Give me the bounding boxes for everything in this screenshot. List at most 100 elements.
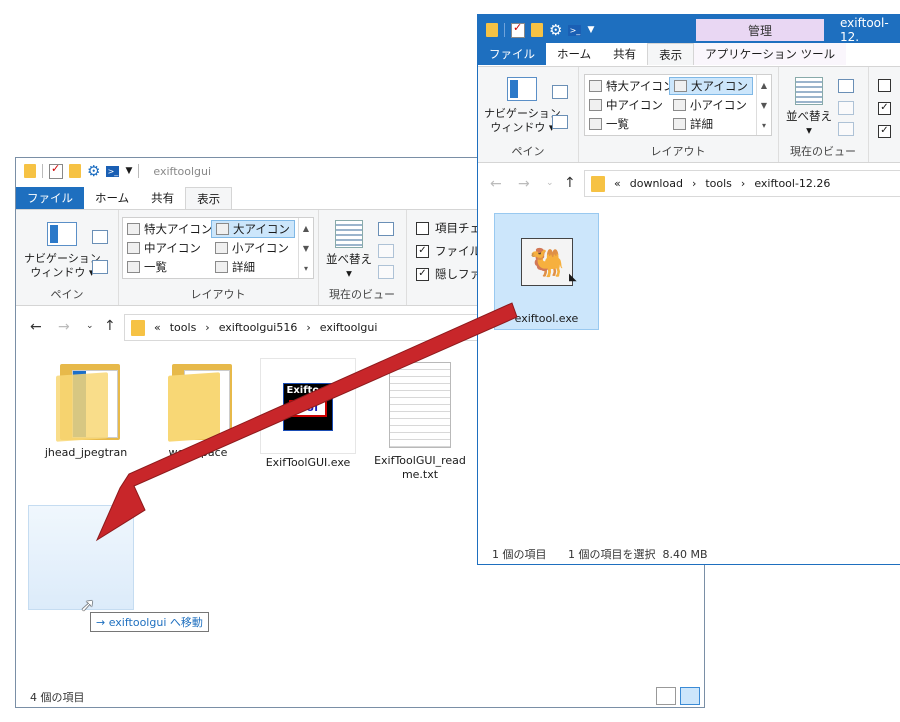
- layout-group: 特大アイコン 大アイコン 中アイコン 小アイコン 一覧 詳細 ▲ ▼ ▾ レイアウト: [578, 67, 779, 162]
- tab-home[interactable]: ホーム: [84, 187, 140, 209]
- file-item-exe[interactable]: Exiftool GUI: [260, 358, 356, 454]
- expand-icon[interactable]: ▾: [762, 121, 766, 130]
- expand-icon[interactable]: ▾: [304, 264, 308, 273]
- details-pane-icon[interactable]: [92, 260, 108, 274]
- new-folder-icon[interactable]: [531, 23, 543, 37]
- properties-icon[interactable]: [49, 162, 63, 179]
- preview-pane-icon[interactable]: [92, 230, 108, 244]
- chevron-down-icon[interactable]: ▼: [587, 25, 594, 35]
- small-icons-icon: [215, 242, 228, 254]
- file-item-folder[interactable]: workspace: [150, 360, 246, 460]
- item-checkboxes-option[interactable]: 項目チェ: [416, 220, 481, 236]
- tab-file[interactable]: ファイル: [16, 187, 84, 209]
- chevron-right-icon[interactable]: ›: [306, 321, 310, 334]
- forward-button[interactable]: →: [518, 176, 530, 192]
- sort-by-button[interactable]: 並べ替え ▾: [326, 220, 372, 280]
- chevron-up-icon[interactable]: ▲: [761, 81, 767, 90]
- checkbox[interactable]: ✓: [416, 267, 429, 281]
- gear-icon[interactable]: ⚙: [549, 22, 562, 38]
- powershell-icon[interactable]: >_: [106, 165, 120, 177]
- ribbon-view: ナビゲーション ウィンドウ ▾ ペイン 特大アイコン 大アイコン 中アイコン 小…: [478, 66, 900, 163]
- tab-view[interactable]: 表示: [185, 187, 233, 209]
- address-bar[interactable]: « tools › exiftoolgui516 › exiftoolgui: [124, 314, 494, 341]
- recent-locations-button[interactable]: ⌄: [546, 178, 554, 188]
- chevron-down-icon[interactable]: ▼: [125, 166, 132, 176]
- layout-item-label: 特大アイコン: [606, 79, 675, 93]
- properties-icon[interactable]: [511, 21, 525, 38]
- file-item-txt[interactable]: ExifToolGUI_readme.txt: [372, 362, 468, 482]
- up-button[interactable]: ↑: [104, 318, 116, 334]
- back-button[interactable]: ←: [30, 319, 42, 335]
- chevron-up-icon[interactable]: ▲: [303, 224, 309, 233]
- gear-icon[interactable]: ⚙: [87, 163, 100, 179]
- checkbox[interactable]: [878, 79, 891, 92]
- address-bar[interactable]: « download › tools › exiftool-12.26: [584, 170, 900, 197]
- checkbox[interactable]: ✓: [878, 125, 891, 138]
- details-view-button[interactable]: [656, 687, 676, 705]
- layout-group: 特大アイコン 大アイコン 中アイコン 小アイコン 一覧 詳細 ▲ ▼ ▾ レイアウト: [118, 210, 319, 305]
- preview-pane-icon[interactable]: [552, 85, 568, 99]
- group-by-icon[interactable]: [378, 222, 394, 236]
- forward-button[interactable]: →: [58, 319, 70, 335]
- tab-view[interactable]: 表示: [647, 43, 695, 65]
- navigation-pane-button[interactable]: ナビゲーション ウィンドウ ▾: [484, 77, 561, 135]
- layout-large-icons[interactable]: 大アイコン: [211, 220, 295, 238]
- group-by-icon[interactable]: [838, 79, 854, 93]
- checkbox[interactable]: ✓: [416, 244, 429, 258]
- layout-list[interactable]: 一覧: [127, 258, 167, 276]
- size-columns-icon[interactable]: [838, 122, 854, 136]
- large-icons-view-button[interactable]: [680, 687, 700, 705]
- layout-details[interactable]: 詳細: [673, 115, 713, 133]
- file-item-exe-selected[interactable]: 🐫 ◣ exiftool.exe: [494, 213, 599, 330]
- chevron-right-icon[interactable]: ›: [692, 177, 696, 190]
- breadcrumb-exiftoolgui516[interactable]: exiftoolgui516: [219, 321, 298, 334]
- navigation-pane-button[interactable]: ナビゲーション ウィンドウ ▾: [24, 222, 101, 280]
- layout-item-label: 一覧: [144, 260, 167, 274]
- up-button[interactable]: ↑: [564, 175, 576, 191]
- file-item-folder[interactable]: jhead_jpegtran: [38, 360, 134, 460]
- layout-list[interactable]: 一覧: [589, 115, 629, 133]
- chevron-right-icon[interactable]: ›: [741, 177, 745, 190]
- breadcrumb-download[interactable]: download: [630, 177, 683, 190]
- layout-medium-icons[interactable]: 中アイコン: [127, 239, 201, 257]
- sort-by-button[interactable]: 並べ替え ▾: [786, 77, 832, 137]
- tab-share[interactable]: 共有: [140, 187, 185, 209]
- add-columns-icon[interactable]: [378, 244, 394, 258]
- sort-icon: [795, 77, 823, 105]
- medium-icons-icon: [127, 242, 140, 254]
- size-columns-icon[interactable]: [378, 265, 394, 279]
- tab-file[interactable]: ファイル: [478, 43, 546, 65]
- extra-large-icons-icon: [127, 223, 140, 235]
- powershell-icon[interactable]: >_: [568, 24, 582, 36]
- chevron-down-icon[interactable]: ▼: [761, 101, 767, 110]
- layout-gallery-scroll[interactable]: ▲ ▼ ▾: [298, 218, 313, 278]
- layout-medium-icons[interactable]: 中アイコン: [589, 96, 663, 114]
- layout-extra-large-icons[interactable]: 特大アイコン: [127, 220, 212, 238]
- layout-small-icons[interactable]: 小アイコン: [215, 239, 289, 257]
- add-columns-icon[interactable]: [838, 101, 854, 115]
- back-button[interactable]: ←: [490, 176, 502, 192]
- folder-icon: [486, 23, 498, 37]
- tab-application-tools[interactable]: アプリケーション ツール: [694, 43, 847, 65]
- pane-group: ナビゲーション ウィンドウ ▾ ペイン: [16, 210, 119, 305]
- breadcrumb-overflow[interactable]: «: [614, 177, 621, 190]
- layout-large-icons[interactable]: 大アイコン: [669, 77, 753, 95]
- checkbox[interactable]: ✓: [878, 102, 891, 115]
- recent-locations-button[interactable]: ⌄: [86, 321, 94, 331]
- breadcrumb-tools[interactable]: tools: [705, 177, 732, 190]
- breadcrumb-tools[interactable]: tools: [170, 321, 197, 334]
- tab-share[interactable]: 共有: [602, 43, 647, 65]
- checkbox[interactable]: [416, 221, 429, 235]
- breadcrumb-exiftool-12-26[interactable]: exiftool-12.26: [754, 177, 830, 190]
- tab-home[interactable]: ホーム: [546, 43, 602, 65]
- layout-details[interactable]: 詳細: [215, 258, 255, 276]
- layout-extra-large-icons[interactable]: 特大アイコン: [589, 77, 674, 95]
- new-folder-icon[interactable]: [69, 164, 81, 178]
- chevron-down-icon[interactable]: ▼: [303, 244, 309, 253]
- breadcrumb-exiftoolgui[interactable]: exiftoolgui: [320, 321, 378, 334]
- layout-gallery-scroll[interactable]: ▲ ▼ ▾: [756, 75, 771, 135]
- layout-small-icons[interactable]: 小アイコン: [673, 96, 747, 114]
- details-pane-icon[interactable]: [552, 115, 568, 129]
- breadcrumb-overflow[interactable]: «: [154, 321, 161, 334]
- chevron-right-icon[interactable]: ›: [205, 321, 209, 334]
